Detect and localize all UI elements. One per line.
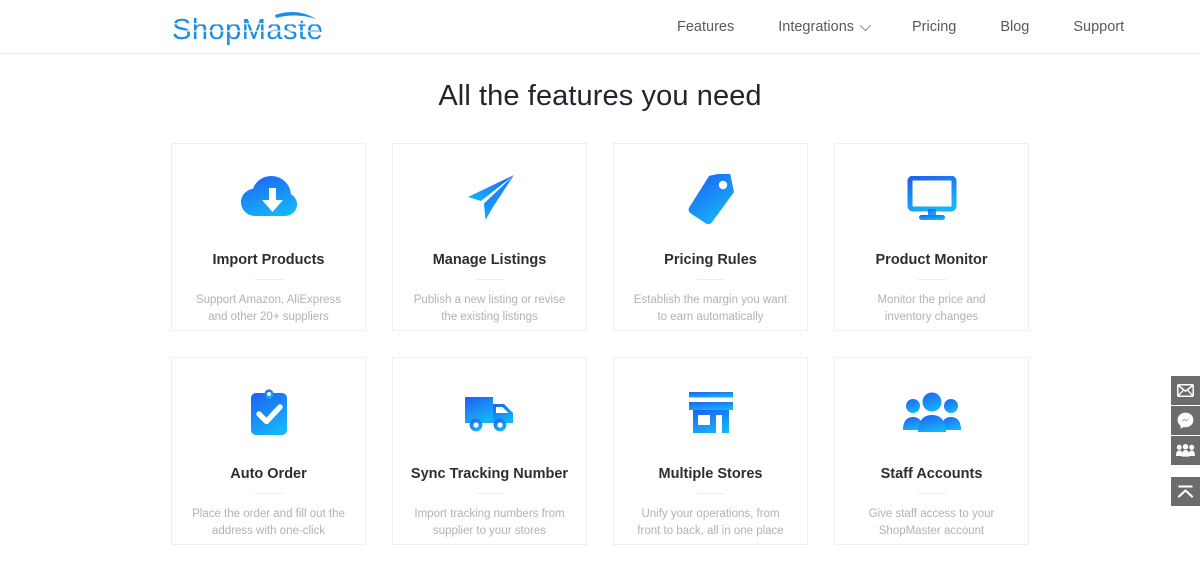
- divider: [918, 493, 946, 494]
- nav-item-blog[interactable]: Blog: [978, 0, 1051, 54]
- feature-card-auto-order[interactable]: Auto Order Place the order and fill out …: [171, 357, 366, 545]
- nav-item-pricing[interactable]: Pricing: [890, 0, 978, 54]
- messenger-icon: [1177, 412, 1194, 429]
- divider: [697, 493, 725, 494]
- feature-description: Import tracking numbers from supplier to…: [412, 506, 567, 541]
- nav-item-label: Features: [677, 0, 734, 54]
- nav-item-label: Pricing: [912, 0, 956, 54]
- monitor-icon: [907, 172, 957, 226]
- feature-title: Staff Accounts: [881, 466, 983, 482]
- feature-title: Pricing Rules: [664, 252, 757, 268]
- cloud-download-icon: [241, 172, 297, 226]
- nav-item-label: Blog: [1000, 0, 1029, 54]
- people-group-icon: [903, 386, 961, 440]
- nav-item-support[interactable]: Support: [1051, 0, 1146, 54]
- nav-item-integrations[interactable]: Integrations: [756, 0, 890, 54]
- price-tag-icon: [685, 172, 737, 226]
- side-widget-rail: [1171, 376, 1200, 507]
- scroll-to-top-icon: [1177, 484, 1194, 499]
- site-header: ShopMaster Features Integrations Pricing…: [0, 0, 1200, 54]
- clipboard-check-icon: [246, 386, 292, 440]
- community-button[interactable]: [1171, 436, 1200, 465]
- live-chat-button[interactable]: [1171, 406, 1200, 435]
- main-nav: Features Integrations Pricing Blog Suppo…: [655, 0, 1146, 54]
- nav-item-label: Integrations: [778, 0, 854, 54]
- storefront-icon: [686, 386, 736, 440]
- shopmaster-logo[interactable]: ShopMaster: [172, 6, 322, 48]
- logo-wordmark: ShopMaster: [172, 14, 322, 46]
- people-icon: [1176, 444, 1195, 457]
- feature-card-manage-listings[interactable]: Manage Listings Publish a new listing or…: [392, 143, 587, 331]
- divider: [255, 493, 283, 494]
- chevron-down-icon: [860, 20, 871, 31]
- feature-description: Publish a new listing or revise the exis…: [412, 292, 567, 327]
- feature-description: Monitor the price and inventory changes: [854, 292, 1009, 327]
- divider: [697, 279, 725, 280]
- feature-card-multiple-stores[interactable]: Multiple Stores Unify your operations, f…: [613, 357, 808, 545]
- feature-description: Support Amazon, AliExpress and other 20+…: [191, 292, 346, 327]
- divider: [476, 493, 504, 494]
- feature-description: Establish the margin you want to earn au…: [633, 292, 788, 327]
- divider: [918, 279, 946, 280]
- feature-title: Manage Listings: [433, 252, 547, 268]
- paper-plane-icon: [464, 172, 516, 226]
- nav-item-label: Support: [1073, 0, 1124, 54]
- feature-card-import-products[interactable]: Import Products Support Amazon, AliExpre…: [171, 143, 366, 331]
- feature-title: Sync Tracking Number: [411, 466, 568, 482]
- envelope-icon: [1177, 384, 1194, 397]
- delivery-truck-icon: [463, 386, 517, 440]
- feature-title: Product Monitor: [876, 252, 988, 268]
- feature-description: Give staff access to your ShopMaster acc…: [854, 506, 1009, 541]
- features-grid: Import Products Support Amazon, AliExpre…: [171, 143, 1029, 545]
- nav-item-features[interactable]: Features: [655, 0, 756, 54]
- divider: [476, 279, 504, 280]
- feature-title: Multiple Stores: [659, 466, 763, 482]
- feature-card-sync-tracking-number[interactable]: Sync Tracking Number Import tracking num…: [392, 357, 587, 545]
- divider: [255, 279, 283, 280]
- feature-card-product-monitor[interactable]: Product Monitor Monitor the price and in…: [834, 143, 1029, 331]
- feature-card-staff-accounts[interactable]: Staff Accounts Give staff access to your…: [834, 357, 1029, 545]
- feature-title: Auto Order: [230, 466, 307, 482]
- feature-description: Place the order and fill out the address…: [191, 506, 346, 541]
- contact-email-button[interactable]: [1171, 376, 1200, 405]
- feature-description: Unify your operations, from front to bac…: [633, 506, 788, 541]
- feature-card-pricing-rules[interactable]: Pricing Rules Establish the margin you w…: [613, 143, 808, 331]
- feature-title: Import Products: [213, 252, 325, 268]
- back-to-top-button[interactable]: [1171, 477, 1200, 506]
- page-title: All the features you need: [0, 54, 1200, 113]
